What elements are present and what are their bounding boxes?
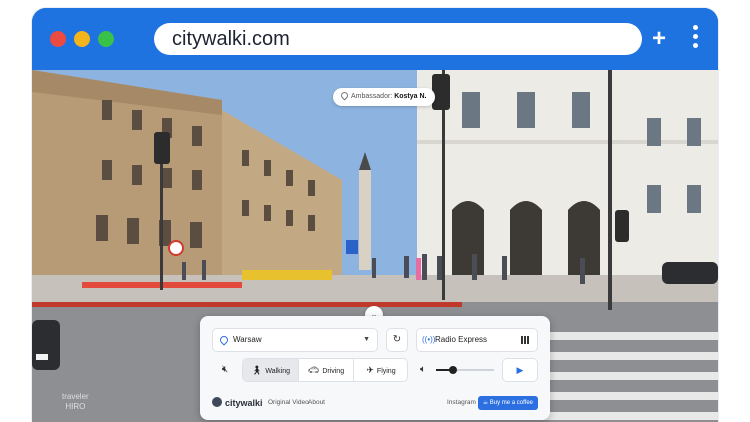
watermark-line-1: traveler <box>62 392 89 401</box>
mode-driving-label: Driving <box>322 368 345 375</box>
address-bar[interactable]: citywalki.com <box>154 23 642 55</box>
travel-mode-selector: 🚶︎ Walking 🚗︎ Driving ✈︎ Flying <box>242 358 408 382</box>
coffee-icon: ☕︎ <box>482 400 489 406</box>
mode-flying-label: Flying <box>376 368 396 375</box>
minimize-window-button[interactable] <box>74 31 90 47</box>
about-link[interactable]: About <box>308 394 325 412</box>
mode-walking[interactable]: 🚶︎ Walking <box>243 359 298 381</box>
watermark: traveler HIRO <box>62 392 89 412</box>
walking-person-icon: 🚶︎ <box>250 365 263 375</box>
radio-antenna-icon: ((•)) <box>422 335 436 344</box>
browser-toolbar: citywalki.com + <box>32 8 718 70</box>
redo-arrow-icon: ↻ <box>392 334 402 345</box>
ambassador-name: Kostya N. <box>394 93 427 100</box>
equalizer-icon <box>521 336 531 344</box>
volume-slider-handle[interactable] <box>449 366 458 374</box>
play-icon: ▶ <box>516 365 524 375</box>
instagram-link[interactable]: Instagram <box>447 394 476 412</box>
close-window-button[interactable] <box>50 31 66 47</box>
radio-select[interactable]: ((•)) Radio Express <box>416 328 538 352</box>
city-select[interactable]: Warsaw ▼ <box>212 328 378 352</box>
browser-window: citywalki.com + Ambassador: Kostya N. ⌄ … <box>32 8 718 422</box>
mode-flying[interactable]: ✈︎ Flying <box>353 359 407 381</box>
car-icon: 🚗︎ <box>307 365 320 375</box>
city-select-value: Warsaw <box>233 335 262 344</box>
speaker-icon: 🔈︎ <box>420 364 426 375</box>
url-text: citywalki.com <box>172 28 290 50</box>
plus-icon[interactable]: + <box>648 23 670 55</box>
caret-down-icon: ▼ <box>363 336 370 343</box>
kebab-menu-icon[interactable] <box>688 25 702 53</box>
buy-me-a-coffee-button[interactable]: ☕︎ Buy me a coffee <box>477 396 538 410</box>
airplane-icon: ✈︎ <box>366 365 374 375</box>
mute-button[interactable]: 🔇︎ <box>212 358 238 382</box>
buy-me-a-coffee-label: Buy me a coffee <box>489 400 533 406</box>
location-pin-icon <box>339 90 350 101</box>
brand-name: citywalki <box>225 398 263 408</box>
maximize-window-button[interactable] <box>98 31 114 47</box>
play-button[interactable]: ▶ <box>502 358 538 382</box>
location-icon <box>218 334 230 346</box>
radio-station-name: Radio Express <box>435 335 488 344</box>
ambassador-chip[interactable]: Ambassador: Kostya N. <box>333 88 435 106</box>
original-video-link[interactable]: Original Video <box>268 394 309 412</box>
mode-walking-label: Walking <box>265 368 291 375</box>
ambassador-label: Ambassador: <box>351 93 393 100</box>
control-panel: Warsaw ▼ ↻ ((•)) Radio Express 🔇︎ 🚶︎ Walk… <box>200 316 550 420</box>
citywalki-logo-icon <box>212 397 222 407</box>
watermark-line-2: HIRO <box>65 402 86 411</box>
random-city-button[interactable]: ↻ <box>386 328 408 352</box>
speaker-muted-icon: 🔇︎ <box>221 364 229 375</box>
brand-logo[interactable]: citywalki <box>212 394 263 412</box>
mode-driving[interactable]: 🚗︎ Driving <box>298 359 353 381</box>
street-view[interactable]: Ambassador: Kostya N. ⌄ Warsaw ▼ ↻ ((•))… <box>32 70 718 422</box>
volume-control: 🔈︎ <box>420 358 500 382</box>
